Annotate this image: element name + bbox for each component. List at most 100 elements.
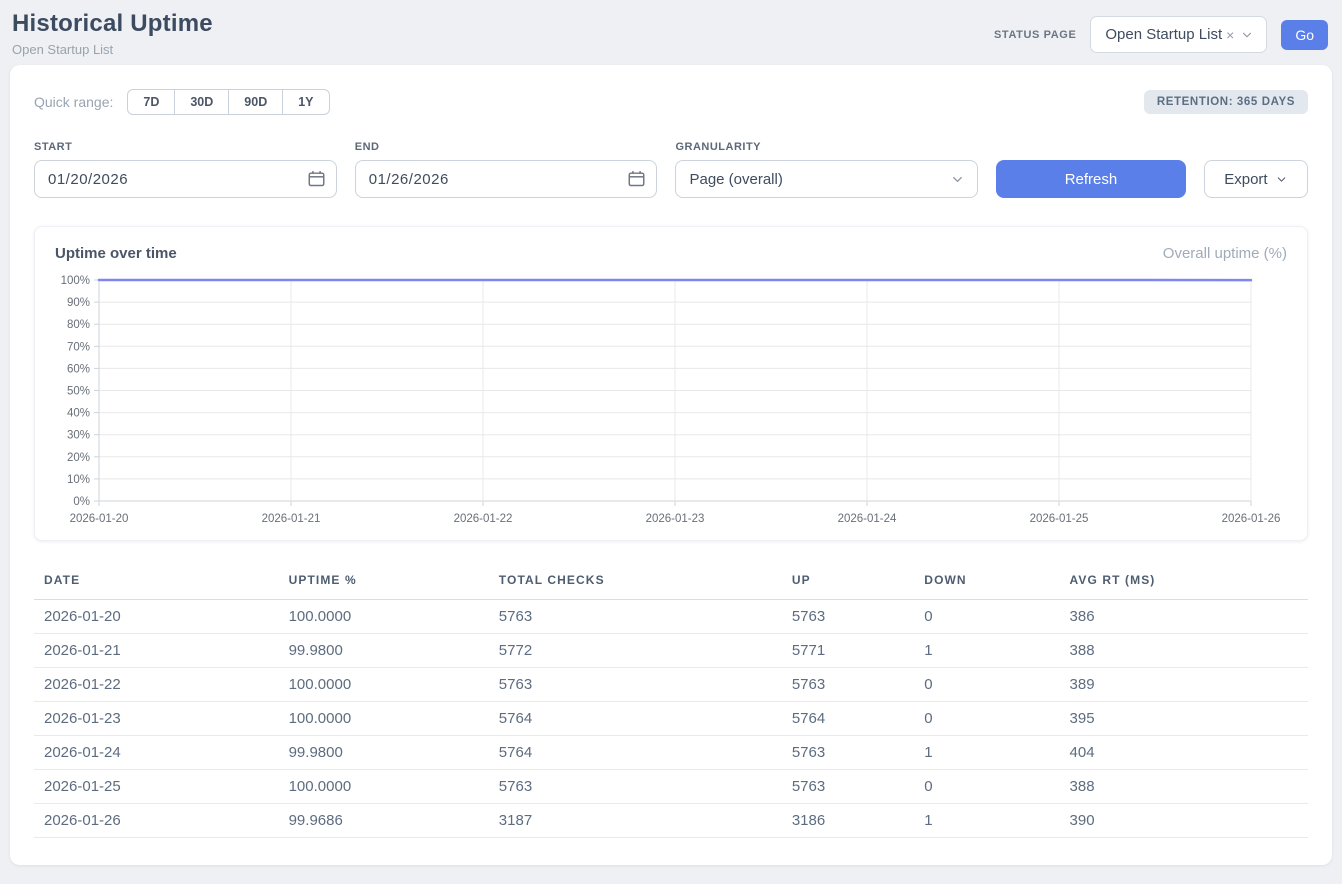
page-header: Historical Uptime Open Startup List STAT…: [0, 0, 1342, 65]
x-axis-label: 2026-01-23: [646, 513, 705, 525]
table-cell: 2026-01-26: [34, 804, 279, 838]
quick-range-1y-button[interactable]: 1Y: [282, 89, 329, 115]
export-button[interactable]: Export: [1204, 160, 1308, 198]
table-row: 2026-01-25100.0000576357630388: [34, 770, 1308, 804]
y-axis-label: 60%: [67, 363, 90, 375]
start-date-input[interactable]: [34, 160, 337, 198]
start-date-label: START: [34, 141, 337, 153]
start-date-field: START: [34, 141, 337, 198]
table-cell: 2026-01-22: [34, 668, 279, 702]
uptime-chart-card: Uptime over time Overall uptime (%) 0% 10…: [34, 226, 1308, 541]
chart-header: Uptime over time Overall uptime (%): [53, 245, 1289, 262]
table-cell: 5764: [489, 736, 782, 770]
y-axis-label: 0%: [73, 496, 90, 508]
column-header-uptime: UPTIME %: [279, 565, 489, 600]
quick-range-row: Quick range: 7D 30D 90D 1Y RETENTION: 36…: [34, 89, 1308, 115]
quick-range-90d-button[interactable]: 90D: [228, 89, 283, 115]
table-cell: 386: [1060, 600, 1308, 634]
granularity-select[interactable]: Page (overall): [675, 160, 978, 198]
end-date-label: END: [355, 141, 658, 153]
end-date-field: END: [355, 141, 658, 198]
y-axis-label: 80%: [67, 319, 90, 331]
status-page-label: STATUS PAGE: [994, 29, 1076, 41]
column-header-avg-rt: AVG RT (MS): [1060, 565, 1308, 600]
table-cell: 389: [1060, 668, 1308, 702]
table-cell: 2026-01-25: [34, 770, 279, 804]
table-cell: 99.9800: [279, 736, 489, 770]
table-header-row: DATE UPTIME % TOTAL CHECKS UP DOWN AVG R…: [34, 565, 1308, 600]
quick-range-group: 7D 30D 90D 1Y: [127, 89, 329, 115]
refresh-button[interactable]: Refresh: [996, 160, 1186, 198]
y-axis-label: 30%: [67, 430, 90, 442]
y-axis-label: 50%: [67, 386, 90, 398]
table-cell: 100.0000: [279, 600, 489, 634]
table-cell: 3186: [782, 804, 914, 838]
y-axis-label: 100%: [61, 275, 90, 287]
table-cell: 388: [1060, 770, 1308, 804]
y-axis-label: 70%: [67, 341, 90, 353]
calendar-icon[interactable]: [628, 170, 645, 187]
y-axis-label: 10%: [67, 474, 90, 486]
granularity-field: GRANULARITY Page (overall): [675, 141, 978, 198]
table-cell: 100.0000: [279, 668, 489, 702]
end-date-input[interactable]: [355, 160, 658, 198]
page-subtitle: Open Startup List: [12, 42, 213, 57]
table-cell: 5763: [489, 770, 782, 804]
table-cell: 99.9686: [279, 804, 489, 838]
x-axis-label: 2026-01-24: [838, 513, 897, 525]
table-cell: 0: [914, 600, 1059, 634]
x-axis-label: 2026-01-20: [70, 513, 129, 525]
y-axis-label: 90%: [67, 297, 90, 309]
column-header-up: UP: [782, 565, 914, 600]
go-button[interactable]: Go: [1281, 20, 1328, 50]
retention-badge: RETENTION: 365 DAYS: [1144, 90, 1308, 114]
chart-title: Uptime over time: [55, 245, 177, 262]
status-page-select[interactable]: Open Startup List ×: [1090, 16, 1267, 53]
table-cell: 2026-01-21: [34, 634, 279, 668]
table-cell: 0: [914, 770, 1059, 804]
page-title: Historical Uptime: [12, 10, 213, 38]
quick-range-30d-button[interactable]: 30D: [174, 89, 229, 115]
chevron-down-icon: [1240, 28, 1254, 42]
x-axis-label: 2026-01-22: [454, 513, 513, 525]
table-row: 2026-01-2499.9800576457631404: [34, 736, 1308, 770]
table-row: 2026-01-22100.0000576357630389: [34, 668, 1308, 702]
table-cell: 2026-01-23: [34, 702, 279, 736]
table-cell: 0: [914, 668, 1059, 702]
table-cell: 5764: [489, 702, 782, 736]
clear-selection-icon[interactable]: ×: [1226, 27, 1234, 43]
table-body: 2026-01-20100.00005763576303862026-01-21…: [34, 600, 1308, 838]
table-row: 2026-01-23100.0000576457640395: [34, 702, 1308, 736]
title-block: Historical Uptime Open Startup List: [12, 10, 213, 57]
table-cell: 5764: [782, 702, 914, 736]
quick-range-label: Quick range:: [34, 94, 113, 110]
table-cell: 395: [1060, 702, 1308, 736]
table-cell: 5763: [782, 600, 914, 634]
table-row: 2026-01-2699.9686318731861390: [34, 804, 1308, 838]
table-cell: 2026-01-20: [34, 600, 279, 634]
export-button-label: Export: [1224, 171, 1267, 188]
x-axis-label: 2026-01-26: [1222, 513, 1281, 525]
chart-legend: Overall uptime (%): [1163, 245, 1287, 262]
table-cell: 1: [914, 804, 1059, 838]
start-date-input-wrap: [34, 160, 337, 198]
table-cell: 5763: [782, 736, 914, 770]
chevron-down-icon: [1275, 173, 1288, 186]
calendar-icon[interactable]: [308, 170, 325, 187]
table-cell: 100.0000: [279, 770, 489, 804]
table-head: DATE UPTIME % TOTAL CHECKS UP DOWN AVG R…: [34, 565, 1308, 600]
column-header-down: DOWN: [914, 565, 1059, 600]
x-axis-label: 2026-01-25: [1030, 513, 1089, 525]
y-axis-label: 40%: [67, 408, 90, 420]
filters-row: START END: [34, 141, 1308, 198]
uptime-chart: 0% 10% 20% 30% 40% 50% 60% 70% 80% 90% 100% 2026-01…: [53, 272, 1287, 530]
quick-range-7d-button[interactable]: 7D: [127, 89, 175, 115]
table-cell: 5763: [782, 770, 914, 804]
table-cell: 1: [914, 634, 1059, 668]
table-cell: 5771: [782, 634, 914, 668]
table-cell: 0: [914, 702, 1059, 736]
status-page-selected-value: Open Startup List: [1105, 26, 1222, 43]
column-header-date: DATE: [34, 565, 279, 600]
table-cell: 390: [1060, 804, 1308, 838]
y-axis-label: 20%: [67, 452, 90, 464]
